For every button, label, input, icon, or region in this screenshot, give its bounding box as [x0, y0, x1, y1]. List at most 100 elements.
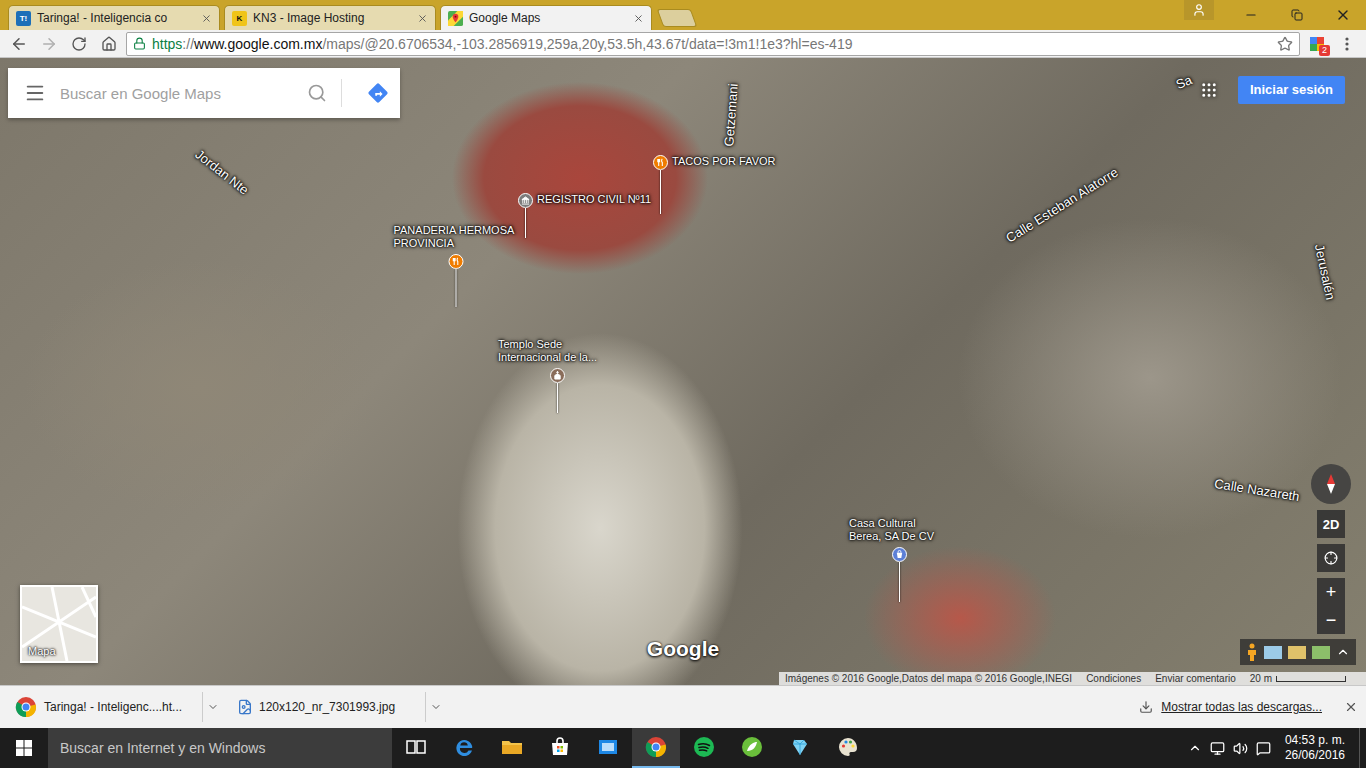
place-marker[interactable]: PANADERIA HERMOSA PROVINCIA	[394, 224, 519, 307]
chevron-up-icon[interactable]	[1336, 645, 1350, 659]
close-icon[interactable]	[633, 13, 644, 24]
my-location-button[interactable]	[1317, 544, 1345, 572]
place-pin[interactable]	[892, 547, 907, 562]
place-marker[interactable]: REGISTRO CIVIL Nº11	[518, 193, 651, 238]
search-placeholder[interactable]: Buscar en Google Maps	[60, 85, 293, 102]
close-icon[interactable]	[1344, 700, 1358, 714]
clock[interactable]: 04:53 p. m.26/06/2016	[1279, 733, 1351, 763]
download-label[interactable]: Taringa! - Inteligenc....ht...	[44, 700, 196, 714]
taskbar-search[interactable]: Buscar en Internet y en Windows	[48, 728, 392, 768]
place-pin[interactable]	[449, 254, 464, 269]
zoom-in-button[interactable]: +	[1317, 578, 1345, 606]
place-pin[interactable]	[653, 155, 668, 170]
tab-strip: T!Taringa! - Inteligencia coKKN3 - Image…	[0, 0, 1366, 30]
reload-icon	[71, 36, 87, 52]
extension-button[interactable]: 2	[1304, 32, 1330, 56]
layer-strip	[1240, 639, 1356, 665]
restore-icon	[1291, 9, 1303, 21]
map[interactable]: Jordan NteGetzemaniCalle Esteban Alatorr…	[0, 58, 1366, 685]
chrome-icon[interactable]	[14, 695, 38, 719]
place-label[interactable]: TACOS POR FAVOR	[672, 155, 776, 168]
reload-button[interactable]	[66, 32, 92, 56]
spotify-icon[interactable]	[692, 735, 716, 759]
show-all-downloads[interactable]: Mostrar todas las descargas...	[1139, 700, 1322, 714]
place-label[interactable]: Casa Cultural Berea, SA De CV	[849, 517, 949, 543]
star-icon[interactable]	[1277, 36, 1293, 52]
pegman-icon[interactable]	[1246, 643, 1258, 661]
address-bar[interactable]: https://www.google.com.mx/maps/@20.67065…	[126, 32, 1300, 56]
map-view-toggle[interactable]: Mapa	[20, 585, 98, 663]
new-tab-button[interactable]	[657, 9, 698, 27]
taskbar-app[interactable]	[488, 728, 536, 768]
place-label[interactable]: REGISTRO CIVIL Nº11	[537, 193, 651, 206]
download-label[interactable]: 120x120_nr_7301993.jpg	[259, 700, 419, 714]
taskbar-app[interactable]	[824, 728, 872, 768]
taskbar-app[interactable]	[584, 728, 632, 768]
directions-button[interactable]	[356, 68, 400, 118]
taskbar-app[interactable]	[392, 728, 440, 768]
download-menu[interactable]	[202, 692, 219, 722]
edge-icon[interactable]	[452, 735, 476, 759]
feedback-link[interactable]: Enviar comentario	[1155, 673, 1236, 684]
crystal-app-icon[interactable]	[788, 735, 812, 759]
zoom-out-button[interactable]: −	[1317, 606, 1345, 634]
directions-icon	[367, 82, 389, 104]
browser-tab[interactable]: KKN3 - Image Hosting	[224, 5, 436, 30]
place-marker[interactable]: TACOS POR FAVOR	[653, 155, 776, 214]
layer-thumb[interactable]	[1312, 646, 1330, 659]
place-label[interactable]: Templo Sede Internacional de la...	[498, 338, 616, 364]
layer-thumb[interactable]	[1288, 646, 1306, 659]
place-marker[interactable]: Templo Sede Internacional de la...	[498, 338, 616, 413]
scale[interactable]: 20 m	[1250, 673, 1346, 684]
browser-tab[interactable]: T!Taringa! - Inteligencia co	[8, 5, 220, 30]
show-desktop[interactable]	[1359, 728, 1364, 768]
start-button[interactable]	[0, 728, 48, 768]
minimize-button[interactable]	[1228, 0, 1274, 30]
apps-button[interactable]	[1200, 81, 1218, 103]
search-box[interactable]: Buscar en Google Maps	[8, 68, 400, 118]
place-pin[interactable]	[550, 368, 565, 383]
close-icon[interactable]	[201, 13, 212, 24]
download-item[interactable]: 120x120_nr_7301993.jpg	[231, 692, 446, 722]
network-icon[interactable]	[1210, 741, 1225, 756]
download-menu[interactable]	[425, 692, 442, 722]
taskbar-app[interactable]	[680, 728, 728, 768]
taskbar-app[interactable]	[440, 728, 488, 768]
compass[interactable]	[1311, 464, 1351, 504]
home-button[interactable]	[96, 32, 122, 56]
restore-button[interactable]	[1274, 0, 1320, 30]
back-button[interactable]	[6, 32, 32, 56]
menu-button[interactable]	[1334, 32, 1360, 56]
sign-in-button[interactable]: Iniciar sesión	[1238, 76, 1345, 104]
forward-button[interactable]	[36, 32, 62, 56]
place-pin[interactable]	[518, 193, 533, 208]
download-item[interactable]: Taringa! - Inteligenc....ht...	[8, 692, 223, 722]
place-marker[interactable]: Casa Cultural Berea, SA De CV	[849, 517, 949, 602]
layer-thumb[interactable]	[1264, 646, 1282, 659]
terms-link[interactable]: Condiciones	[1086, 673, 1141, 684]
chevron-up-icon[interactable]	[1188, 741, 1202, 755]
menu-icon[interactable]	[24, 82, 46, 104]
taskbar-app[interactable]	[776, 728, 824, 768]
taskbar-app[interactable]	[728, 728, 776, 768]
green-app-icon[interactable]	[740, 735, 764, 759]
minimap-label: Mapa	[28, 645, 90, 657]
tilt-toggle[interactable]: 2D	[1317, 510, 1345, 538]
close-button[interactable]	[1320, 0, 1366, 30]
browser-tab[interactable]: Google Maps	[440, 5, 652, 30]
search-icon[interactable]	[307, 83, 327, 103]
folder-icon[interactable]	[500, 735, 524, 759]
store-icon[interactable]	[548, 735, 572, 759]
show-all-link[interactable]: Mostrar todas las descargas...	[1161, 700, 1322, 714]
notifications-icon[interactable]	[1256, 741, 1271, 756]
paint-icon[interactable]	[836, 735, 860, 759]
close-icon[interactable]	[417, 13, 428, 24]
place-label[interactable]: PANADERIA HERMOSA PROVINCIA	[394, 224, 519, 250]
profile-button[interactable]	[1184, 0, 1214, 20]
mail-icon[interactable]	[596, 735, 620, 759]
chrome-icon[interactable]	[644, 735, 668, 759]
volume-icon[interactable]	[1233, 741, 1248, 756]
taskbar-app[interactable]	[536, 728, 584, 768]
taskbar-app[interactable]	[632, 728, 680, 768]
task-view-icon[interactable]	[404, 735, 428, 759]
